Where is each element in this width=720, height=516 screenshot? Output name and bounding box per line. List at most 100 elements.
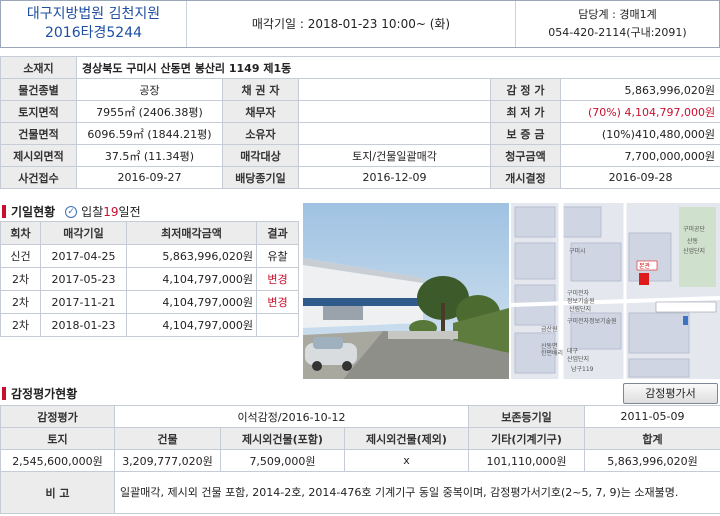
staff-block: 담당계 : 경매1계 054-420-2114(구내:2091)	[515, 1, 719, 47]
result-cell: 변경	[256, 290, 299, 314]
info-label: 배당종기일	[222, 166, 299, 189]
info-label: 청구금액	[490, 144, 561, 167]
info-value: 2016-09-27	[76, 166, 223, 189]
history-section-title: 기일현황 ✓ 입찰 19 일전	[2, 203, 141, 220]
minimum-price: (70%) 4,104,797,000원	[559, 100, 720, 123]
sale-date-cell: 2018-01-23	[40, 313, 127, 337]
appraisal-price: 5,863,996,020원	[559, 78, 720, 101]
history-header: 매각기일	[40, 221, 127, 245]
claim-amount: 7,700,000,000원	[559, 144, 720, 167]
staff-phone: 054-420-2114(구내:2091)	[548, 26, 687, 39]
location-map[interactable]: 본관 구미시 구미전자 정보기술원 산림단지 구미전자정보기술원 금산원 산동면…	[511, 203, 720, 379]
bid-countdown-prefix: 입찰	[81, 205, 104, 219]
appraiser-value: 이석감정/2016-10-12	[113, 405, 470, 428]
appraisal-header: 토지	[0, 427, 115, 450]
info-value: 37.5㎡ (11.34평)	[76, 144, 223, 167]
info-row: 건물면적 6096.59㎡ (1844.21평) 소유자 보 증 금 (10%)…	[0, 122, 720, 145]
history-header: 최저매각금액	[126, 221, 257, 245]
map-label: 산림단지	[569, 305, 591, 313]
map-label: 구미전자	[567, 289, 590, 297]
history-title: 기일현황	[11, 205, 56, 219]
info-value: 2016-12-09	[298, 166, 491, 189]
map-label: 금산원	[541, 325, 558, 333]
appraisal-header: 기타(기계기구)	[468, 427, 586, 450]
appraisal-table: 감정평가 이석감정/2016-10-12 보존등기일 2011-05-09 토지…	[0, 405, 720, 514]
info-value	[298, 122, 491, 145]
info-label: 채 권 자	[222, 78, 299, 101]
min-price-cell: 4,104,797,000원	[126, 290, 257, 314]
land-value: 2,545,600,000원	[0, 449, 115, 472]
location-label: 소재지	[0, 56, 77, 79]
table-row: 2차 2017-05-23 4,104,797,000원 변경	[0, 267, 299, 291]
info-value: 토지/건물일괄매각	[298, 144, 491, 167]
note-label: 비 고	[0, 471, 115, 514]
bid-countdown-days: 19	[103, 204, 119, 219]
info-value	[298, 100, 491, 123]
map-label: 산업단지	[683, 247, 705, 255]
info-label: 매각대상	[222, 144, 299, 167]
min-price-cell: 4,104,797,000원	[126, 313, 257, 337]
extra-building-excluded: x	[343, 449, 470, 472]
info-label: 물건종별	[0, 78, 77, 101]
map-label: 구미시	[569, 247, 586, 255]
map-marker-label: 본관	[639, 262, 651, 270]
info-row: 사건접수 2016-09-27 배당종기일 2016-12-09 개시결정 20…	[0, 166, 720, 189]
round: 2차	[0, 313, 41, 337]
min-price-cell: 4,104,797,000원	[126, 267, 257, 291]
info-label: 최 저 가	[490, 100, 561, 123]
info-label: 사건접수	[0, 166, 77, 189]
info-value: 7955㎡ (2406.38평)	[76, 100, 223, 123]
appraisal-section-title: 감정평가현황	[2, 385, 77, 402]
sale-date-cell: 2017-11-21	[40, 290, 127, 314]
info-label: 보 증 금	[490, 122, 561, 145]
info-value: 2016-09-28	[559, 166, 720, 189]
round: 2차	[0, 267, 41, 291]
info-label: 채무자	[222, 100, 299, 123]
section-marker	[2, 205, 6, 218]
map-label: 구미공단	[683, 225, 706, 233]
round: 신건	[0, 244, 41, 268]
history-header: 회차	[0, 221, 41, 245]
note-value: 일괄매각, 제시외 건물 포함, 2014-2호, 2014-476호 기계기구…	[113, 471, 720, 514]
min-price-cell: 5,863,996,020원	[126, 244, 257, 268]
info-label: 토지면적	[0, 100, 77, 123]
building-value: 3,209,777,020원	[114, 449, 221, 472]
appraisal-report-button[interactable]: 감정평가서	[623, 383, 718, 404]
table-row: 2차 2017-11-21 4,104,797,000원 변경	[0, 290, 299, 314]
court-name: 대구지방법원 김천지원	[26, 6, 161, 22]
appraisal-header: 건물	[114, 427, 221, 450]
appraisal-header: 합계	[584, 427, 720, 450]
map-label: 정보기술원	[567, 297, 595, 305]
result-cell: 변경	[256, 267, 299, 291]
property-photo[interactable]	[303, 203, 509, 379]
sale-date-cell: 2017-05-23	[40, 267, 127, 291]
case-number: 2016타경5244	[44, 25, 143, 41]
bid-countdown-suffix: 일전	[118, 205, 141, 219]
auction-history-table: 회차 매각기일 최저매각금액 결과 신건 2017-04-25 5,863,99…	[0, 221, 299, 337]
map-label: 산동	[687, 237, 699, 245]
info-row: 토지면적 7955㎡ (2406.38평) 채무자 최 저 가 (70%) 4,…	[0, 100, 720, 123]
history-header: 결과	[256, 221, 299, 245]
info-row: 물건종별 공장 채 권 자 감 정 가 5,863,996,020원	[0, 78, 720, 101]
info-label: 감 정 가	[490, 78, 561, 101]
appraisal-header: 제시외건물(제외)	[343, 427, 470, 450]
staff-dept: 담당계 : 경매1계	[578, 8, 657, 21]
registration-date: 2011-05-09	[584, 405, 720, 428]
registration-label: 보존등기일	[468, 405, 586, 428]
location-value: 경상북도 구미시 산동면 봉산리 1149 제1동	[75, 56, 720, 79]
info-value: 공장	[76, 78, 223, 101]
round: 2차	[0, 290, 41, 314]
check-circle-icon: ✓	[65, 205, 78, 218]
extra-building-included: 7,509,000원	[220, 449, 345, 472]
section-marker	[2, 387, 6, 400]
info-row: 제시외면적 37.5㎡ (11.34평) 매각대상 토지/건물일괄매각 청구금액…	[0, 144, 720, 167]
sale-date-cell: 2017-04-25	[40, 244, 127, 268]
map-label: 한편배리	[541, 349, 563, 357]
property-info-table: 소재지 경상북도 구미시 산동면 봉산리 1149 제1동 물건종별 공장 채 …	[0, 56, 720, 189]
info-label: 건물면적	[0, 122, 77, 145]
deposit: (10%)410,480,000원	[559, 122, 720, 145]
creditor-value	[298, 78, 491, 101]
map-label: 남구119	[571, 365, 594, 373]
sale-date: 매각기일 : 2018-01-23 10:00~ (화)	[251, 17, 451, 31]
info-label: 제시외면적	[0, 144, 77, 167]
